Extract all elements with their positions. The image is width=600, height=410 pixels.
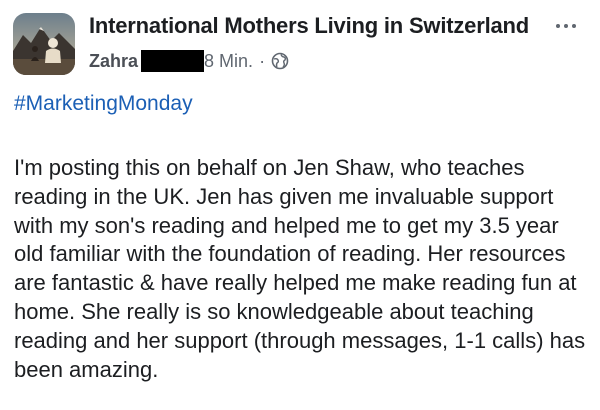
post-meta: Zahra 8 Min. · xyxy=(89,49,289,73)
more-dot xyxy=(564,24,568,28)
group-name-link[interactable]: International Mothers Living in Switzerl… xyxy=(89,13,529,39)
globe-icon[interactable] xyxy=(271,52,289,70)
meta-separator: · xyxy=(259,50,266,71)
post-body-text: I'm posting this on behalf on Jen Shaw, … xyxy=(14,155,586,382)
more-dot xyxy=(572,24,576,28)
more-options-icon[interactable] xyxy=(556,20,586,32)
hashtag-link[interactable]: #MarketingMonday xyxy=(14,92,193,116)
post-card: International Mothers Living in Switzerl… xyxy=(0,0,600,410)
author-name[interactable]: Zahra xyxy=(89,51,138,72)
group-avatar[interactable] xyxy=(13,13,75,75)
group-avatar-image xyxy=(13,13,75,75)
redacted-name-bar xyxy=(141,50,205,72)
more-dot xyxy=(556,24,560,28)
post-timestamp[interactable]: 8 Min. xyxy=(204,51,253,72)
